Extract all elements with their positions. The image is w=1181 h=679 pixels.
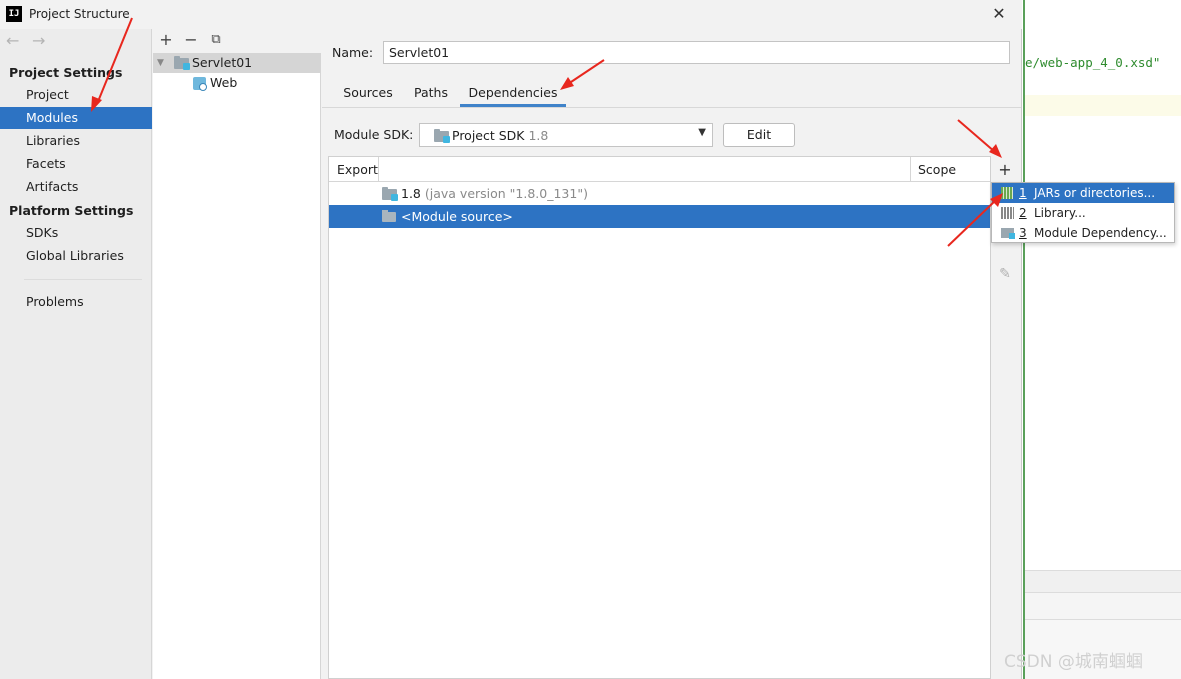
tree-node-label: Web — [210, 75, 238, 90]
tab-dependencies[interactable]: Dependencies — [460, 81, 566, 107]
nav-item-sdks[interactable]: SDKs — [0, 222, 152, 244]
tree-toolbar: + − ⧉ — [153, 29, 321, 53]
web-facet-icon — [193, 77, 207, 91]
nav-item-libraries[interactable]: Libraries — [0, 130, 152, 152]
menu-item-module-dependency[interactable]: 3 Module Dependency... — [992, 223, 1174, 243]
module-tree-pane: + − ⧉ ▼ Servlet01 Web — [153, 29, 321, 679]
edit-pencil-icon[interactable]: ✎ — [995, 264, 1015, 284]
tab-paths[interactable]: Paths — [406, 81, 456, 107]
menu-item-jars-or-directories[interactable]: 1 JARs or directories... — [992, 183, 1174, 203]
dependency-detail: (java version "1.8.0_131") — [424, 186, 588, 201]
dependencies-table: Export Scope 1.8 (java version "1.8.0_13… — [328, 156, 991, 679]
table-row-module-source[interactable]: <Module source> — [329, 205, 990, 228]
module-sdk-label: Module SDK: — [334, 127, 414, 142]
module-dependency-icon — [1001, 228, 1015, 239]
nav-item-project[interactable]: Project — [0, 84, 152, 106]
menu-item-library[interactable]: 2 Library... — [992, 203, 1174, 223]
source-folder-icon — [382, 210, 396, 222]
editor-breadcrumb-bar — [1025, 570, 1181, 592]
platform-settings-header: Platform Settings — [9, 203, 134, 218]
back-arrow-icon[interactable]: ← — [6, 31, 19, 50]
tree-node-servlet01[interactable]: ▼ Servlet01 — [153, 53, 321, 73]
code-line: e/web-app_4_0.xsd" — [1025, 55, 1161, 70]
intellij-app-icon: IJ — [6, 6, 22, 22]
add-dependency-icon[interactable]: + — [995, 160, 1015, 180]
name-label: Name: — [332, 45, 374, 60]
tab-divider — [322, 107, 1021, 108]
nav-item-facets[interactable]: Facets — [0, 153, 152, 175]
sdk-version: 1.8 — [528, 128, 549, 143]
nav-item-artifacts[interactable]: Artifacts — [0, 176, 152, 198]
column-scope[interactable]: Scope — [910, 157, 990, 182]
current-line-highlight — [1025, 95, 1181, 116]
tree-node-web[interactable]: Web — [153, 73, 321, 93]
tree-node-label: Servlet01 — [192, 55, 253, 70]
csdn-watermark: CSDN @城南蝈蝈 — [1004, 652, 1143, 672]
sdk-folder-icon — [434, 129, 450, 143]
module-folder-icon — [174, 56, 190, 70]
chevron-down-icon: ▼ — [698, 127, 706, 138]
nav-separator — [24, 279, 142, 280]
remove-icon[interactable]: − — [181, 30, 201, 50]
module-name-input[interactable] — [383, 41, 1010, 64]
dependency-name: 1.8 — [401, 186, 421, 201]
dependency-name: <Module source> — [401, 209, 513, 224]
close-icon[interactable]: ✕ — [988, 4, 1010, 24]
forward-arrow-icon[interactable]: → — [32, 31, 45, 50]
jdk-folder-icon — [382, 187, 398, 201]
editor-tool-bar — [1025, 592, 1181, 620]
nav-item-problems[interactable]: Problems — [0, 291, 152, 313]
tab-sources[interactable]: Sources — [334, 81, 402, 107]
sdk-value: Project SDK — [452, 128, 525, 143]
nav-item-modules[interactable]: Modules — [0, 107, 152, 129]
settings-sidebar: ← → Project Settings Project Modules Lib… — [0, 29, 152, 679]
title-bar: IJ Project Structure ✕ — [0, 0, 1022, 29]
window-title: Project Structure — [29, 7, 130, 21]
expand-arrow-icon[interactable]: ▼ — [157, 53, 164, 73]
library-icon — [1001, 207, 1014, 219]
module-sdk-dropdown[interactable]: Project SDK 1.8 ▼ — [419, 123, 713, 147]
table-row-jdk[interactable]: 1.8 (java version "1.8.0_131") — [329, 182, 990, 205]
copy-icon[interactable]: ⧉ — [206, 30, 226, 50]
module-settings-pane: Name: Sources Paths Dependencies Module … — [322, 29, 1021, 679]
add-icon[interactable]: + — [156, 30, 176, 50]
add-dependency-menu: 1 JARs or directories... 2 Library... 3 … — [991, 182, 1175, 243]
edit-sdk-button[interactable]: Edit — [723, 123, 795, 147]
table-header: Export Scope — [329, 157, 990, 182]
nav-item-global-libraries[interactable]: Global Libraries — [0, 245, 152, 267]
background-code-editor: e/web-app_4_0.xsd" — [1023, 0, 1181, 679]
project-settings-header: Project Settings — [9, 65, 123, 80]
jar-icon — [1001, 187, 1013, 199]
project-structure-dialog: IJ Project Structure ✕ ← → Project Setti… — [0, 0, 1022, 679]
column-export[interactable]: Export — [329, 157, 379, 182]
